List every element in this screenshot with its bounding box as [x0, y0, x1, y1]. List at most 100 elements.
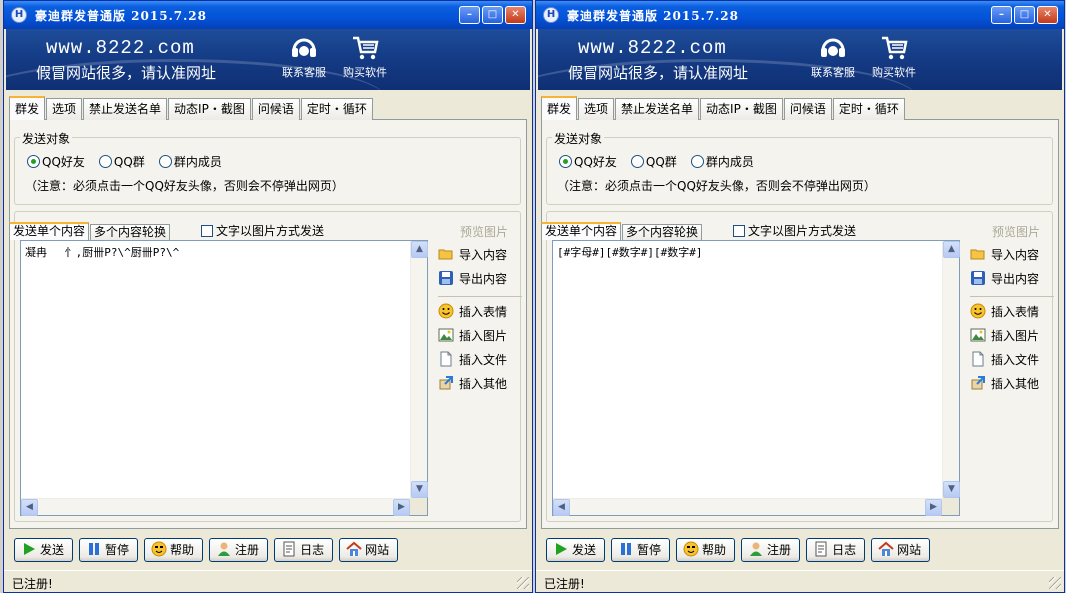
- radio-qq-friends[interactable]: QQ好友: [27, 153, 85, 171]
- tab-options[interactable]: 选项: [46, 98, 83, 120]
- send-target-group: 发送对象 QQ好友 QQ群 群内成员 （注意：必须点击一个QQ好友头像，否则会不…: [14, 130, 521, 205]
- tab-greetings[interactable]: 问候语: [251, 98, 300, 120]
- vertical-scrollbar[interactable]: ▲ ▼: [942, 241, 960, 498]
- tab-schedule[interactable]: 定时・循环: [300, 98, 373, 120]
- export-content-button[interactable]: 导出内容: [438, 269, 507, 289]
- website-button[interactable]: 网站: [871, 538, 931, 562]
- minimize-button[interactable]: –: [991, 6, 1012, 24]
- preview-image-button[interactable]: 预览图片: [460, 223, 508, 240]
- radio-dot[interactable]: [98, 155, 112, 168]
- banner-url[interactable]: www.8222.com: [46, 37, 195, 59]
- insert-file-button[interactable]: 插入文件: [970, 350, 1039, 370]
- log-button[interactable]: 日志: [274, 538, 334, 562]
- log-button[interactable]: 日志: [806, 538, 866, 562]
- tab-mass-send[interactable]: 群发: [541, 96, 578, 120]
- tab-blocklist[interactable]: 禁止发送名单: [83, 98, 168, 120]
- pause-button[interactable]: 暂停: [79, 538, 139, 562]
- close-button[interactable]: ✕: [505, 6, 526, 24]
- vertical-scrollbar[interactable]: ▲ ▼: [410, 241, 428, 498]
- scroll-down-button[interactable]: ▼: [943, 481, 960, 498]
- buy-software-link[interactable]: 购买软件: [866, 35, 922, 80]
- import-content-button[interactable]: 导入内容: [438, 245, 507, 265]
- insert-other-button[interactable]: 插入其他: [438, 374, 507, 394]
- tab-single-content[interactable]: 发送单个内容: [9, 222, 90, 240]
- radio-label: 群内成员: [705, 155, 754, 169]
- insert-emoticon-button[interactable]: 插入表情: [438, 302, 507, 322]
- insert-picture-button[interactable]: 插入图片: [970, 326, 1039, 346]
- checkbox-box[interactable]: [733, 225, 745, 237]
- customer-service-link[interactable]: 联系客服: [276, 35, 332, 80]
- tab-dynamic-ip[interactable]: 动态IP・截图: [700, 98, 783, 120]
- tab-blocklist[interactable]: 禁止发送名单: [615, 98, 700, 120]
- preview-image-button[interactable]: 预览图片: [992, 223, 1040, 240]
- image-send-checkbox[interactable]: 文字以图片方式发送: [733, 223, 856, 239]
- scroll-right-button[interactable]: ▶: [393, 499, 410, 516]
- tab-rotate-content[interactable]: 多个内容轮换: [622, 224, 703, 240]
- close-button[interactable]: ✕: [1037, 6, 1058, 24]
- image-send-checkbox[interactable]: 文字以图片方式发送: [201, 223, 324, 239]
- maximize-button[interactable]: □: [482, 6, 503, 24]
- tab-greetings[interactable]: 问候语: [783, 98, 832, 120]
- message-text[interactable]: 凝冉 忄,厨卌P?\^厨卌P?\^: [25, 244, 179, 260]
- tab-dynamic-ip[interactable]: 动态IP・截图: [168, 98, 251, 120]
- radio-label: QQ群: [645, 155, 677, 169]
- app-window-right: H 豪迪群发普通版 2015.7.28 – □ ✕ www.8222.com 假…: [535, 0, 1065, 593]
- radio-dot-selected[interactable]: [27, 155, 40, 168]
- radio-dot[interactable]: [630, 155, 644, 168]
- export-content-button[interactable]: 导出内容: [970, 269, 1039, 289]
- checkbox-box[interactable]: [201, 225, 213, 237]
- scroll-up-button[interactable]: ▲: [943, 241, 960, 258]
- send-button[interactable]: 发送: [14, 538, 74, 562]
- user-icon: [218, 542, 231, 556]
- title-bar[interactable]: H 豪迪群发普通版 2015.7.28 – □ ✕: [4, 1, 532, 29]
- resize-grip[interactable]: [517, 577, 529, 589]
- pause-button[interactable]: 暂停: [611, 538, 671, 562]
- message-text[interactable]: [#字母#][#数字#][#数字#]: [557, 244, 702, 260]
- radio-dot[interactable]: [690, 155, 704, 168]
- horizontal-scrollbar[interactable]: ◀ ▶: [21, 498, 410, 516]
- radio-qq-friends[interactable]: QQ好友: [559, 153, 617, 171]
- title-bar[interactable]: H 豪迪群发普通版 2015.7.28 – □ ✕: [536, 1, 1064, 29]
- help-button[interactable]: 帮助: [144, 538, 204, 562]
- scroll-down-button[interactable]: ▼: [411, 481, 428, 498]
- banner-slogan: 假冒网站很多，请认准网址: [36, 64, 217, 82]
- scroll-left-button[interactable]: ◀: [553, 499, 570, 516]
- minimize-button[interactable]: –: [459, 6, 480, 24]
- resize-grip[interactable]: [1049, 577, 1061, 589]
- website-button[interactable]: 网站: [339, 538, 399, 562]
- radio-qq-group[interactable]: QQ群: [98, 153, 145, 171]
- banner-url[interactable]: www.8222.com: [578, 37, 727, 59]
- insert-file-button[interactable]: 插入文件: [438, 350, 507, 370]
- send-button[interactable]: 发送: [546, 538, 606, 562]
- register-button[interactable]: 注册: [209, 538, 269, 562]
- scroll-right-button[interactable]: ▶: [925, 499, 942, 516]
- insert-other-button[interactable]: 插入其他: [970, 374, 1039, 394]
- radio-dot-selected[interactable]: [559, 155, 572, 168]
- import-content-button[interactable]: 导入内容: [970, 245, 1039, 265]
- image-send-label: 文字以图片方式发送: [748, 224, 857, 238]
- insert-emoticon-button[interactable]: 插入表情: [970, 302, 1039, 322]
- tab-schedule[interactable]: 定时・循环: [832, 98, 905, 120]
- insert-picture-button[interactable]: 插入图片: [438, 326, 507, 346]
- register-button[interactable]: 注册: [741, 538, 801, 562]
- tab-mass-send[interactable]: 群发: [9, 96, 46, 120]
- tab-options[interactable]: 选项: [578, 98, 615, 120]
- insert-picture-label: 插入图片: [991, 329, 1040, 343]
- maximize-button[interactable]: □: [1014, 6, 1035, 24]
- buy-software-link[interactable]: 购买软件: [337, 35, 393, 80]
- radio-group-members[interactable]: 群内成员: [158, 153, 222, 171]
- scroll-left-button[interactable]: ◀: [21, 499, 38, 516]
- radio-group-members[interactable]: 群内成员: [690, 153, 754, 171]
- buy-software-label: 购买软件: [343, 66, 387, 79]
- message-textarea[interactable]: 凝冉 忄,厨卌P?\^厨卌P?\^ ▲ ▼ ◀ ▶: [20, 240, 428, 516]
- target-note: （注意：必须点击一个QQ好友头像，否则会不停弹出网页）: [557, 179, 876, 193]
- horizontal-scrollbar[interactable]: ◀ ▶: [553, 498, 942, 516]
- scroll-up-button[interactable]: ▲: [411, 241, 428, 258]
- message-textarea[interactable]: [#字母#][#数字#][#数字#] ▲ ▼ ◀ ▶: [552, 240, 960, 516]
- tab-rotate-content[interactable]: 多个内容轮换: [90, 224, 171, 240]
- tab-single-content[interactable]: 发送单个内容: [541, 222, 622, 240]
- customer-service-link[interactable]: 联系客服: [805, 35, 861, 80]
- radio-dot[interactable]: [158, 155, 172, 168]
- help-button[interactable]: 帮助: [676, 538, 736, 562]
- radio-qq-group[interactable]: QQ群: [630, 153, 677, 171]
